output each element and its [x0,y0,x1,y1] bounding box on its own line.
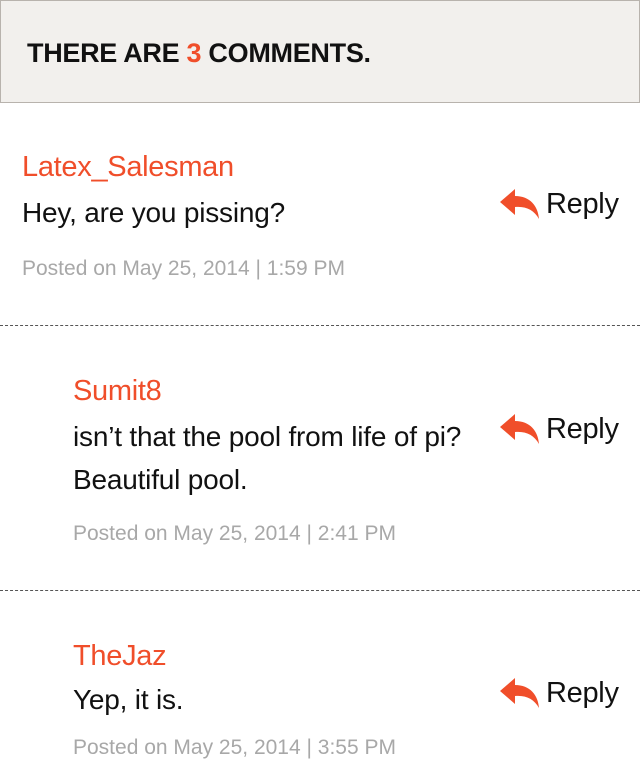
comment-count: 3 [186,38,202,68]
reply-label: Reply [546,676,619,709]
comment-divider [0,325,640,326]
comment-text: Hey, are you pissing? [22,197,285,228]
reply-arrow-icon [500,189,539,219]
heading-prefix: There are [27,38,187,68]
comments-header: There are 3 comments. [0,0,640,103]
comment-author[interactable]: Sumit8 [73,375,162,408]
comments-section: There are 3 comments. Latex_Salesman Hey… [0,0,640,763]
comment-timestamp: Posted on May 25, 2014 | 3:55 PM [73,736,396,759]
comment-timestamp: Posted on May 25, 2014 | 2:41 PM [73,522,396,545]
reply-label: Reply [546,187,619,220]
comment-author[interactable]: Latex_Salesman [22,151,234,184]
reply-button[interactable]: Reply [498,184,619,224]
reply-arrow-icon [500,414,539,444]
comment-author[interactable]: TheJaz [73,640,167,673]
heading-suffix: comments. [201,38,371,68]
reply-arrow-icon [500,678,539,708]
comment-timestamp: Posted on May 25, 2014 | 1:59 PM [22,257,345,280]
comment-divider [0,590,640,591]
reply-button[interactable]: Reply [498,409,619,449]
comment-text: isn’t that the pool from life of pi? Bea… [73,421,462,495]
comment-text: Yep, it is. [73,684,184,715]
comments-count-heading: There are 3 comments. [27,38,371,69]
reply-button[interactable]: Reply [498,673,619,713]
reply-label: Reply [546,412,619,445]
